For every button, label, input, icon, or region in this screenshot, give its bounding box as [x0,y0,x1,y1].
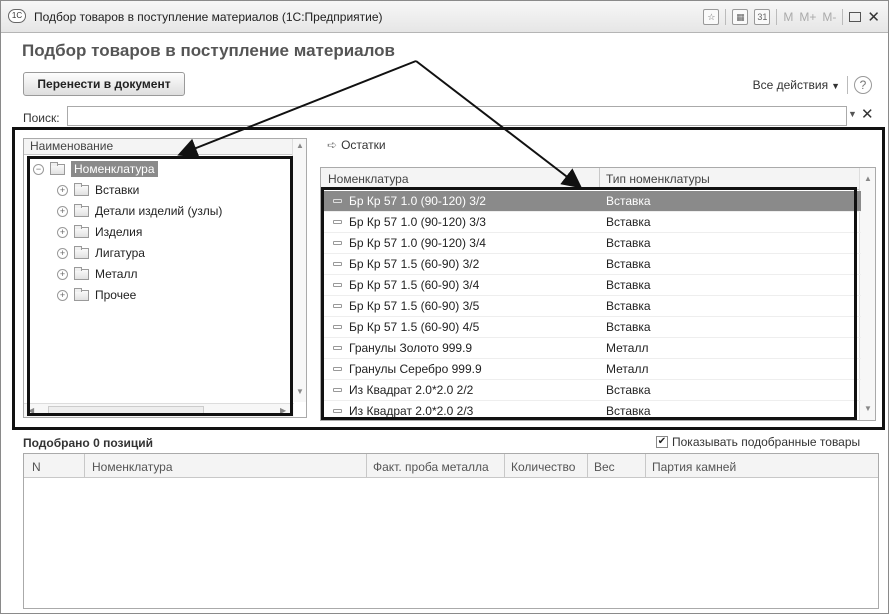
memory-minus-button[interactable]: M- [822,10,836,24]
scroll-up-icon[interactable]: ▲ [296,141,304,150]
column-header-weight[interactable]: Вес [594,460,615,474]
highlight-frame-table [321,187,857,420]
memory-plus-button[interactable]: M+ [799,10,816,24]
column-header-type[interactable]: Тип номенклатуры [606,172,710,186]
column-divider [645,454,646,478]
picked-count-label: Подобрано 0 позиций [23,436,153,450]
all-actions-menu[interactable]: Все действия ▼ [753,78,840,92]
show-picked-checkbox[interactable]: ✔ Показывать подобранные товары [656,435,860,449]
column-header-stone-batch[interactable]: Партия камней [652,460,736,474]
window-title: Подбор товаров в поступление материалов … [34,10,383,24]
column-divider [366,454,367,478]
app-logo-icon: 1С [8,9,26,23]
page-title: Подбор товаров в поступление материалов [22,41,396,60]
checkbox-checked-icon[interactable]: ✔ [656,436,668,448]
title-bar-divider [725,9,727,25]
column-divider [587,454,588,478]
scroll-down-icon[interactable]: ▼ [296,387,304,396]
search-dropdown-icon[interactable]: ▼ [848,109,857,119]
maximize-icon[interactable] [849,12,862,22]
memory-m-button[interactable]: M [783,10,793,24]
table-vertical-scrollbar[interactable]: ▲ ▼ [859,168,875,420]
title-bar: 1С Подбор товаров в поступление материал… [1,1,888,33]
chevron-down-icon: ▼ [831,81,840,91]
tree-column-header[interactable]: Наименование [24,139,306,155]
column-divider [84,454,85,478]
show-picked-label: Показывать подобранные товары [672,435,861,449]
picked-items-table: N Номенклатура Факт. проба металла Колич… [23,453,879,609]
main-window: 1С Подбор товаров в поступление материал… [0,0,889,614]
column-divider [504,454,505,478]
calendar-icon[interactable]: 31 [754,9,771,25]
stock-balances-label: Остатки [341,138,386,152]
help-button[interactable]: ? [854,76,872,94]
search-clear-icon[interactable]: ✕ [861,105,874,123]
scroll-down-icon[interactable]: ▼ [864,404,872,413]
tree-vertical-scrollbar[interactable]: ▲ ▼ [292,139,306,402]
column-header-assay[interactable]: Факт. проба металла [373,460,489,474]
search-label: Поиск: [23,111,60,125]
column-header-nomenclature[interactable]: Номенклатура [92,460,173,474]
toolbar-divider [847,76,848,94]
picked-table-header: N Номенклатура Факт. проба металла Колич… [24,454,878,478]
all-actions-label: Все действия [752,78,829,92]
transfer-to-document-button[interactable]: Перенести в документ [23,72,185,96]
favorites-icon[interactable]: ☆ [703,9,720,25]
scroll-up-icon[interactable]: ▲ [864,174,872,183]
stock-balances-button[interactable]: ➪ Остатки [327,138,386,152]
title-bar-divider [776,9,778,25]
search-input[interactable] [67,106,847,126]
column-header-n[interactable]: N [32,460,41,474]
title-bar-tools: ☆ ▦ 31 M M+ M- ✕ [703,8,880,26]
column-header-quantity[interactable]: Количество [511,460,575,474]
calculator-icon[interactable]: ▦ [732,9,749,25]
column-header-name[interactable]: Номенклатура [328,172,409,186]
title-bar-divider [842,9,844,25]
close-icon[interactable]: ✕ [867,8,880,26]
highlight-frame-tree [27,156,293,416]
arrow-right-icon: ➪ [327,138,338,152]
